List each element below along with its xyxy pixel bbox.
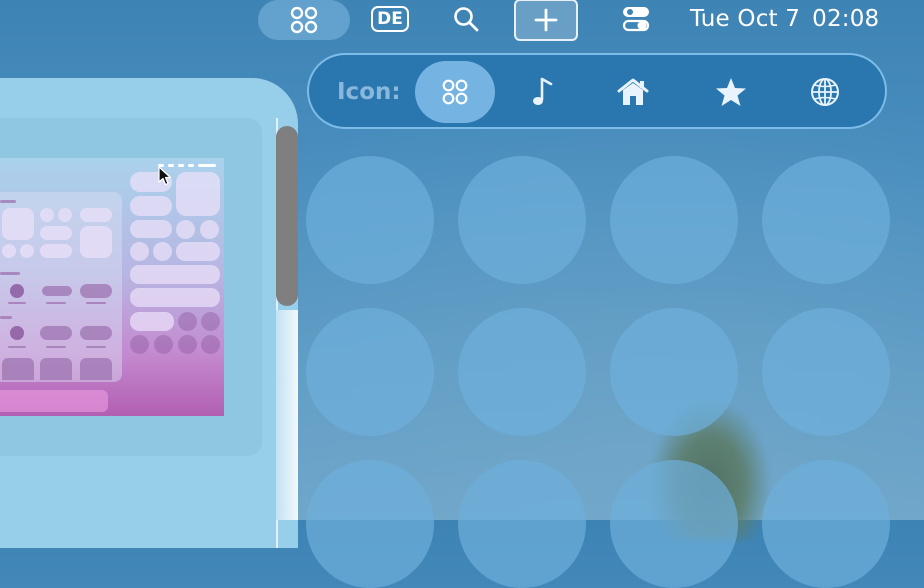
thumb-dot <box>10 284 24 298</box>
icon-slot[interactable] <box>458 156 586 284</box>
thumb-cc-tile <box>176 242 220 261</box>
thumb-line <box>46 302 66 304</box>
thumb-dot <box>20 244 34 258</box>
plus-icon <box>534 8 558 32</box>
thumb-status-mark <box>188 164 194 167</box>
thumb-status-mark <box>198 164 216 167</box>
thumb-pill <box>80 284 112 298</box>
icon-slot[interactable] <box>610 460 738 588</box>
four-dots-icon <box>442 79 468 105</box>
thumb-cc-tile <box>130 196 172 216</box>
thumb-tile <box>2 208 34 240</box>
icon-option-globe[interactable] <box>785 61 865 123</box>
thumb-dock-tile <box>2 358 34 380</box>
thumb-cc-dot <box>130 242 149 261</box>
music-note-icon <box>533 77 553 105</box>
thumb-line <box>46 346 66 348</box>
screen-thumbnail[interactable] <box>0 158 224 416</box>
four-dots-icon <box>290 6 318 34</box>
input-source-menu[interactable]: DE <box>368 0 412 38</box>
icon-option-star[interactable] <box>691 61 771 123</box>
thumb-cc-dot <box>178 312 197 331</box>
menu-bar: DE Tue Oct 7 02:08 <box>0 0 924 41</box>
thumb-cc-tile <box>130 220 172 238</box>
thumb-dock-bar <box>0 390 108 412</box>
thumb-pill <box>40 226 72 240</box>
thumb-pill <box>40 326 72 340</box>
icon-slot[interactable] <box>762 308 890 436</box>
preview-scrollbar-thumb[interactable] <box>276 126 298 306</box>
icon-slot[interactable] <box>610 308 738 436</box>
spotlight-search-button[interactable] <box>446 0 486 38</box>
thumb-cc-dot <box>200 220 219 239</box>
thumb-line <box>8 346 26 348</box>
icon-slot[interactable] <box>306 156 434 284</box>
magnifying-glass-icon <box>454 7 479 32</box>
thumb-line <box>86 346 106 348</box>
thumb-cc-dot <box>154 335 173 354</box>
thumb-cc-dot <box>201 335 220 354</box>
thumb-cc-dot <box>130 335 149 354</box>
icon-slot[interactable] <box>762 156 890 284</box>
thumb-dock-tile <box>40 358 72 380</box>
thumb-cc-dot <box>178 335 197 354</box>
thumb-dot <box>58 208 72 222</box>
icon-option-apps[interactable] <box>415 61 495 123</box>
thumb-dock-tile <box>80 358 112 380</box>
thumb-line <box>0 272 20 275</box>
icon-option-music[interactable] <box>503 61 583 123</box>
add-button-frame <box>514 0 578 41</box>
thumb-pill <box>80 208 112 222</box>
clock-date: Tue Oct 7 <box>690 6 801 32</box>
icon-slot[interactable] <box>458 308 586 436</box>
thumb-pill <box>80 326 112 340</box>
input-source-label: DE <box>371 6 409 32</box>
house-icon <box>617 78 649 105</box>
icon-picker-label: Icon: <box>337 79 401 105</box>
thumb-pill <box>42 286 72 296</box>
thumb-cc-slider <box>130 288 220 307</box>
thumb-line <box>8 302 26 304</box>
thumb-dot <box>10 326 24 340</box>
thumb-dot <box>2 244 16 258</box>
thumb-cc-slider <box>130 265 220 284</box>
icon-slot[interactable] <box>610 156 738 284</box>
star-icon <box>716 78 746 106</box>
thumb-cc-tile <box>130 312 174 331</box>
thumb-pill <box>40 244 72 258</box>
clock-time: 02:08 <box>812 6 880 32</box>
icon-slot[interactable] <box>306 308 434 436</box>
thumb-line <box>0 200 16 203</box>
thumb-cc-dot <box>153 242 172 261</box>
thumb-cc-dot <box>201 312 220 331</box>
menu-bar-clock[interactable]: Tue Oct 7 02:08 <box>690 0 910 38</box>
thumb-line <box>0 316 12 319</box>
mouse-cursor-icon <box>158 166 172 186</box>
icon-option-home[interactable] <box>593 61 673 123</box>
preview-scrollbar-lower <box>276 310 298 520</box>
add-menu-button[interactable] <box>514 0 578 41</box>
control-center-button[interactable] <box>616 0 656 38</box>
thumb-status-mark <box>178 164 184 167</box>
icon-slot[interactable] <box>458 460 586 588</box>
icon-picker-toolbar: Icon: <box>307 53 887 129</box>
globe-icon <box>811 78 839 106</box>
thumb-dot <box>40 208 54 222</box>
apps-menu-button[interactable] <box>258 0 350 40</box>
icon-slot[interactable] <box>306 460 434 588</box>
thumb-line <box>86 302 106 304</box>
thumb-cc-tile <box>176 172 220 216</box>
thumb-tile <box>80 226 112 258</box>
thumb-cc-dot <box>176 220 195 239</box>
thumb-app-window <box>0 192 122 382</box>
toggles-icon <box>622 7 650 32</box>
icon-slot[interactable] <box>762 460 890 588</box>
